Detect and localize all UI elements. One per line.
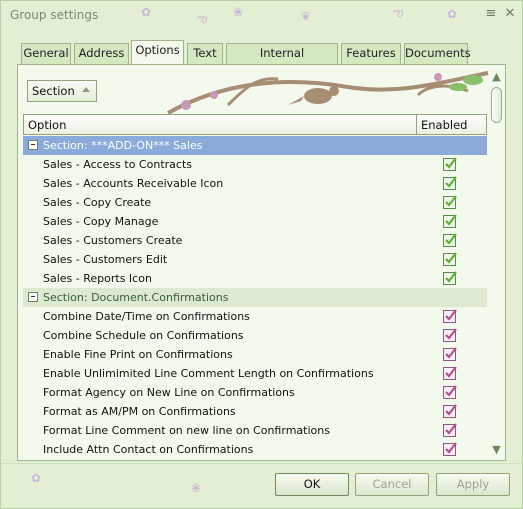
flower-decoration-icon: ❀ xyxy=(191,481,202,495)
group-settings-window: ✿ ఌ ❀ ❦ ఌ ✿ ✿ ❀ Group settings ≡ ✕ Gener… xyxy=(0,0,523,509)
chevron-up-icon xyxy=(82,87,90,92)
option-label: Sales - Copy Manage xyxy=(43,215,159,228)
scrollbar-thumb[interactable] xyxy=(491,87,502,123)
checkbox-checked-icon[interactable] xyxy=(443,442,457,456)
checkbox-checked-icon[interactable] xyxy=(443,214,457,228)
option-label: Combine Schedule on Confirmations xyxy=(43,329,244,342)
option-row[interactable]: Sales - Copy Create xyxy=(23,193,487,212)
cancel-button[interactable]: Cancel xyxy=(355,473,429,496)
window-title: Group settings xyxy=(10,8,99,22)
flower-decoration-icon: ✿ xyxy=(31,471,42,485)
checkbox-checked-icon[interactable] xyxy=(443,176,457,190)
scroll-down-icon[interactable]: ▼ xyxy=(490,443,503,457)
collapse-icon[interactable] xyxy=(28,140,38,150)
vertical-scrollbar[interactable]: ▲ ▼ xyxy=(490,70,503,457)
tab-address[interactable]: Address xyxy=(74,43,129,64)
scroll-up-icon[interactable]: ▲ xyxy=(490,70,503,84)
option-row[interactable]: Include Attn Contact on Confirmations xyxy=(23,440,487,459)
option-label: Sales - Access to Contracts xyxy=(43,158,192,171)
checkbox-checked-icon[interactable] xyxy=(443,423,457,437)
tab-internal-information[interactable]: Internal Information xyxy=(226,43,338,79)
tab-text[interactable]: Text xyxy=(187,43,223,64)
section-filter-dropdown[interactable]: Section xyxy=(27,80,97,102)
section-row[interactable]: Section: ***ADD-ON*** Sales xyxy=(23,136,487,155)
collapse-icon[interactable] xyxy=(28,292,38,302)
option-row[interactable]: Format Line Comment on new line on Confi… xyxy=(23,421,487,440)
close-icon[interactable]: ✕ xyxy=(503,6,517,22)
column-header-enabled[interactable]: Enabled xyxy=(421,118,467,132)
options-panel: Section Option Enabled Section: ***ADD-O… xyxy=(17,64,506,461)
checkbox-checked-icon[interactable] xyxy=(443,195,457,209)
option-row[interactable]: Combine Schedule on Confirmations xyxy=(23,326,487,345)
checkbox-checked-icon[interactable] xyxy=(443,252,457,266)
option-row[interactable]: Sales - Accounts Receivable Icon xyxy=(23,174,487,193)
option-label: Sales - Customers Edit xyxy=(43,253,168,266)
option-label: Enable Unlimimited Line Comment Length o… xyxy=(43,367,374,380)
grid-header: Option Enabled xyxy=(23,114,487,135)
option-label: Enable Fine Print on Confirmations xyxy=(43,348,233,361)
option-label: Format as AM/PM on Confirmations xyxy=(43,405,236,418)
checkbox-checked-icon[interactable] xyxy=(443,404,457,418)
option-row[interactable]: Format as AM/PM on Confirmations xyxy=(23,402,487,421)
option-row[interactable]: Sales - Access to Contracts xyxy=(23,155,487,174)
checkbox-checked-icon[interactable] xyxy=(443,157,457,171)
section-filter-value: Section xyxy=(32,84,75,98)
apply-button[interactable]: Apply xyxy=(436,473,510,496)
option-label: Sales - Reports Icon xyxy=(43,272,152,285)
tab-general[interactable]: General xyxy=(21,43,71,64)
ok-button[interactable]: OK xyxy=(275,473,349,496)
option-label: Format Line Comment on new line on Confi… xyxy=(43,424,330,437)
section-row[interactable]: Section: Document.Confirmations xyxy=(23,288,487,307)
option-label: Sales - Customers Create xyxy=(43,234,183,247)
title-bar: Group settings ≡ ✕ xyxy=(1,1,522,31)
footer-divider xyxy=(1,463,522,464)
tab-documents[interactable]: Documents xyxy=(404,43,471,64)
checkbox-checked-icon[interactable] xyxy=(443,233,457,247)
section-label: Section: Document.Confirmations xyxy=(43,291,229,304)
option-row[interactable]: Sales - Copy Manage xyxy=(23,212,487,231)
checkbox-checked-icon[interactable] xyxy=(443,385,457,399)
option-row[interactable]: Enable Unlimimited Line Comment Length o… xyxy=(23,364,487,383)
option-label: Sales - Accounts Receivable Icon xyxy=(43,177,224,190)
checkbox-checked-icon[interactable] xyxy=(443,309,457,323)
checkbox-checked-icon[interactable] xyxy=(443,366,457,380)
option-row[interactable]: Combine Date/Time on Confirmations xyxy=(23,307,487,326)
option-row[interactable]: Format Agency on New Line on Confirmatio… xyxy=(23,383,487,402)
section-label: Section: ***ADD-ON*** Sales xyxy=(43,139,203,152)
minimize-icon[interactable]: ≡ xyxy=(484,6,498,22)
checkbox-checked-icon[interactable] xyxy=(443,328,457,342)
column-header-option[interactable]: Option xyxy=(28,118,66,132)
tab-options[interactable]: Options xyxy=(131,40,184,64)
tab-features[interactable]: Features xyxy=(341,43,401,64)
option-label: Include Attn Contact on Confirmations xyxy=(43,443,254,456)
option-row[interactable]: Sales - Customers Create xyxy=(23,231,487,250)
checkbox-checked-icon[interactable] xyxy=(443,347,457,361)
option-row[interactable]: Enable Fine Print on Confirmations xyxy=(23,345,487,364)
option-label: Combine Date/Time on Confirmations xyxy=(43,310,250,323)
option-label: Format Agency on New Line on Confirmatio… xyxy=(43,386,295,399)
options-grid: Option Enabled Section: ***ADD-ON*** Sal… xyxy=(23,114,487,460)
checkbox-checked-icon[interactable] xyxy=(443,271,457,285)
option-row[interactable]: Sales - Reports Icon xyxy=(23,269,487,288)
option-row[interactable]: Sales - Customers Edit xyxy=(23,250,487,269)
column-divider[interactable] xyxy=(416,115,417,134)
option-label: Sales - Copy Create xyxy=(43,196,152,209)
